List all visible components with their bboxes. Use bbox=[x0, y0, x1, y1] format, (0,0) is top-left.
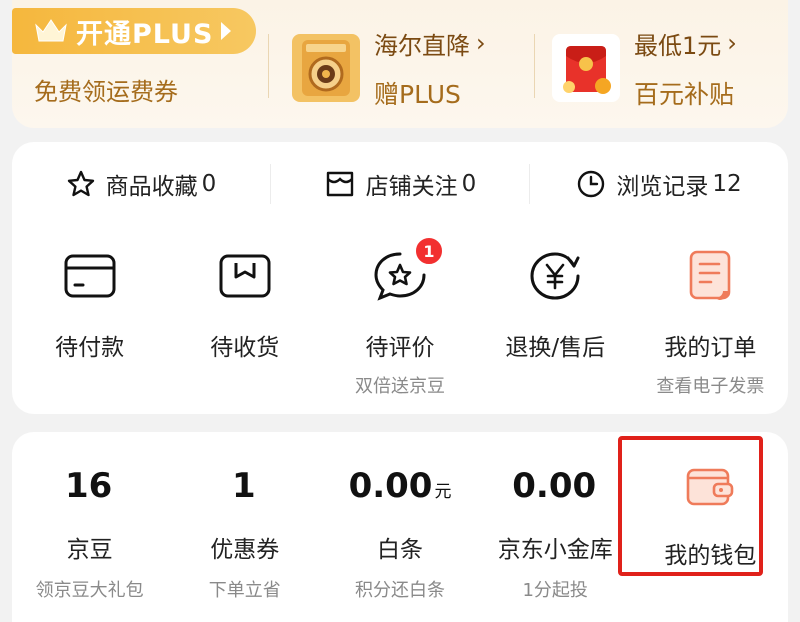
order-label: 我的订单 bbox=[664, 335, 757, 361]
yen-refund-icon bbox=[525, 246, 585, 306]
asset-sub: 下单立省 bbox=[208, 580, 281, 601]
asset-label: 京东小金库 bbox=[497, 537, 613, 563]
order-all[interactable]: 我的订单 查看电子发票 bbox=[633, 238, 788, 397]
plus-subtitle[interactable]: 免费领运费券 bbox=[34, 72, 178, 107]
asset-value: 0.00 bbox=[348, 466, 433, 506]
asset-value: 16 bbox=[64, 466, 113, 506]
order-pending-receipt[interactable]: 待收货 bbox=[167, 238, 322, 394]
asset-jd-vault[interactable]: 0.00 京东小金库 1分起投 bbox=[478, 432, 633, 602]
asset-coupons[interactable]: 1 优惠券 下单立省 bbox=[167, 432, 322, 602]
promo-subtitle: 百元补贴 bbox=[634, 79, 735, 109]
play-arrow-icon bbox=[221, 22, 232, 40]
asset-value: 0.00 bbox=[512, 466, 597, 506]
promo-subsidy[interactable]: 最低1元 › 百元补贴 bbox=[552, 29, 737, 109]
asset-label: 京豆 bbox=[66, 537, 113, 563]
asset-sub: 领京豆大礼包 bbox=[35, 580, 144, 601]
order-returns[interactable]: 退换/售后 bbox=[478, 238, 633, 394]
promo-title: 最低1元 bbox=[634, 31, 722, 60]
divider bbox=[534, 34, 535, 98]
promo-haier[interactable]: 海尔直降 › 赠PLUS bbox=[292, 29, 486, 109]
stat-count: 0 bbox=[461, 171, 477, 197]
chevron-right-icon: › bbox=[476, 29, 486, 57]
asset-unit: 元 bbox=[434, 482, 452, 502]
stat-label: 商品收藏 bbox=[105, 174, 198, 200]
receipt-icon bbox=[680, 246, 740, 306]
stat-count: 12 bbox=[712, 171, 742, 197]
order-shortcuts: 待付款 待收货 1 待评价 双倍送京豆 退换/售后 我的订单 查看电子发票 bbox=[12, 236, 788, 397]
store-icon bbox=[326, 171, 353, 197]
asset-baitiao[interactable]: 0.00 元 白条 积分还白条 bbox=[322, 432, 477, 602]
order-label: 退换/售后 bbox=[505, 335, 606, 361]
assets-card: 16 京豆 领京豆大礼包 1 优惠券 下单立省 0.00 元 白条 积分还白条 0… bbox=[12, 432, 788, 622]
stat-count: 0 bbox=[201, 171, 217, 197]
asset-sub: 积分还白条 bbox=[355, 580, 445, 601]
clock-icon bbox=[578, 170, 605, 198]
order-sub: 查看电子发票 bbox=[656, 376, 765, 397]
promo-subtitle: 赠PLUS bbox=[374, 79, 461, 109]
asset-jingdou[interactable]: 16 京豆 领京豆大礼包 bbox=[12, 432, 167, 602]
stats-row: 商品收藏 0 店铺关注 0 浏览记录 12 bbox=[12, 142, 788, 226]
chevron-right-icon: › bbox=[727, 29, 737, 57]
star-icon bbox=[67, 170, 94, 197]
notification-badge: 1 bbox=[414, 236, 444, 266]
stat-label: 店铺关注 bbox=[365, 174, 458, 200]
order-label: 待评价 bbox=[365, 335, 435, 361]
package-icon bbox=[215, 246, 275, 306]
stat-label: 浏览记录 bbox=[616, 174, 709, 200]
open-plus-button[interactable]: 开通PLUS bbox=[12, 8, 256, 54]
stat-history[interactable]: 浏览记录 12 bbox=[530, 167, 788, 201]
orders-card: 商品收藏 0 店铺关注 0 浏览记录 12 待付款 待收货 1 待评价 双倍送京… bbox=[12, 142, 788, 414]
stat-favorites[interactable]: 商品收藏 0 bbox=[12, 167, 270, 201]
red-envelope-icon bbox=[552, 34, 620, 102]
crown-icon bbox=[35, 19, 67, 42]
order-label: 待付款 bbox=[55, 335, 125, 361]
plus-badge-label: 开通PLUS bbox=[76, 18, 214, 50]
order-pending-payment[interactable]: 待付款 bbox=[12, 238, 167, 394]
wallet-card-icon bbox=[60, 246, 120, 306]
highlight-box bbox=[618, 436, 763, 576]
plus-banner: 开通PLUS 免费领运费券 海尔直降 › 赠PLUS 最低1元 › 百元补贴 bbox=[12, 0, 788, 128]
asset-value: 1 bbox=[231, 466, 256, 506]
divider bbox=[268, 34, 269, 98]
asset-sub: 1分起投 bbox=[522, 580, 588, 601]
stat-followed-stores[interactable]: 店铺关注 0 bbox=[271, 167, 529, 201]
asset-label: 优惠券 bbox=[210, 537, 280, 563]
washing-machine-icon bbox=[292, 34, 360, 102]
asset-label: 白条 bbox=[377, 537, 423, 563]
promo-title: 海尔直降 bbox=[374, 31, 470, 60]
order-label: 待收货 bbox=[210, 335, 280, 361]
order-sub: 双倍送京豆 bbox=[355, 376, 445, 397]
order-pending-review[interactable]: 1 待评价 双倍送京豆 bbox=[322, 236, 477, 397]
